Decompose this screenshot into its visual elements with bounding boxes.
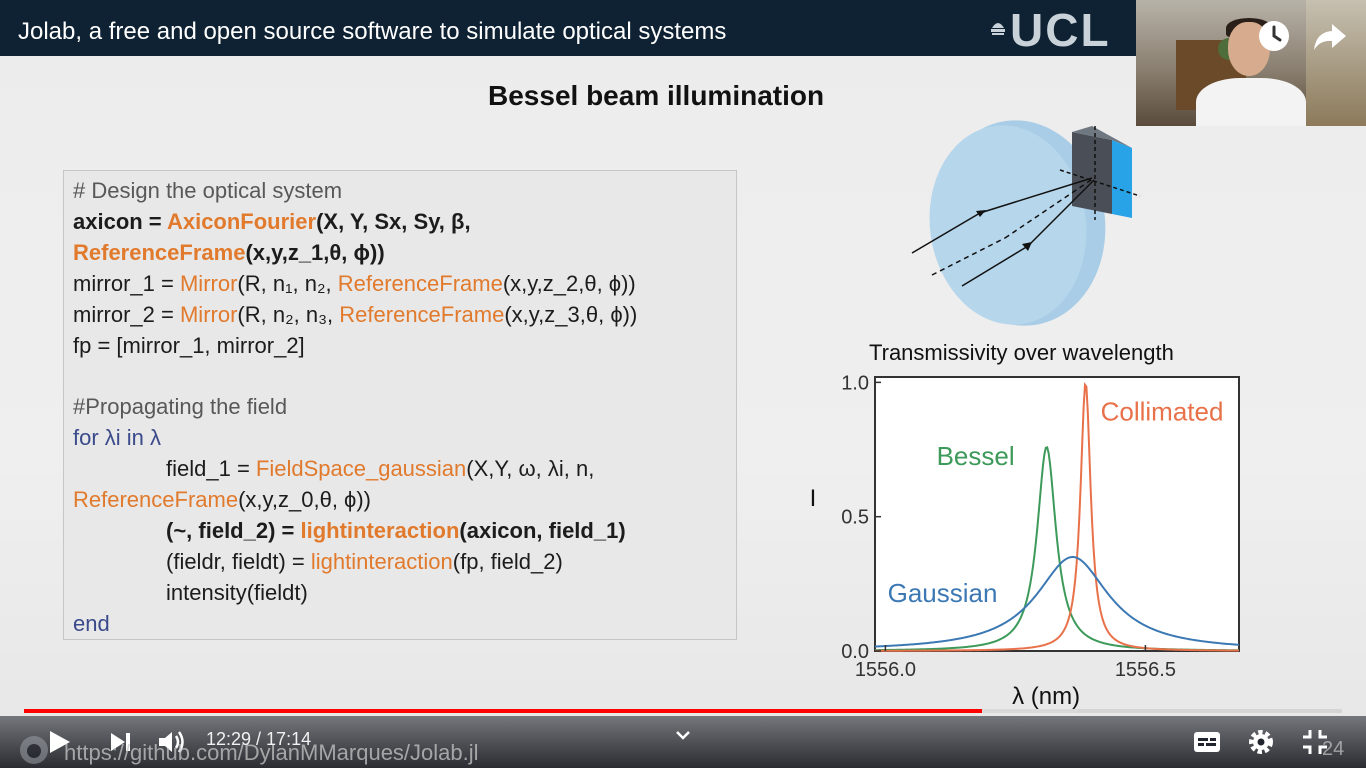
code-token: mirror_2 = [73,301,180,327]
code-token: (fp, field_2) [452,548,563,574]
code-line: field_1 = FieldSpace_gaussian(X,Y, ω, λi… [166,454,594,484]
code-line: ReferenceFrame(x,y,z_1,θ, ϕ)) [73,238,385,268]
code-line: for λi in λ [73,423,161,453]
slide-number: 24 [1322,738,1345,760]
code-token: AxiconFourier [166,208,317,234]
code-line: ReferenceFrame(x,y,z_0,θ, ϕ)) [73,485,371,515]
code-token: axicon = [73,208,167,234]
ucl-logo: UCL [1010,4,1111,56]
time-display: 12:29 / 17:14 [206,729,312,749]
code-token: (fieldr, fieldt) = [166,548,311,574]
slide-title-bar: Jolab, a free and open source software t… [0,0,1136,56]
code-token: end [73,610,110,636]
chevron-down-icon[interactable] [670,722,696,748]
code-token: #Propagating the field [73,394,288,420]
axicon-diagram [911,120,1141,326]
share-icon[interactable] [1312,18,1348,54]
code-token: for λi in λ [73,425,162,451]
series-label-gaussian: Gaussian [888,578,998,608]
subtitles-icon[interactable] [1192,727,1222,757]
code-token: fp = [mirror_1, mirror_2] [73,332,305,358]
y-axis-label: I [810,485,817,512]
code-token: field_1 = [166,456,256,482]
player-controls: https://github.com/DylanMMarques/Jolab.j… [0,716,1366,768]
code-token: (x,y,z_2,θ, ϕ)) [502,270,636,296]
ucl-dome-icon [991,23,1005,35]
code-token: (axicon, field_1) [459,517,626,543]
code-token: ReferenceFrame [73,239,246,265]
code-line: intensity(fieldt) [166,578,308,608]
y-tick-label: 0.5 [841,507,869,529]
code-line: # Design the optical system [73,176,342,206]
code-line: end [73,609,110,639]
code-token: (X,Y, ω, λi, n, [466,456,595,482]
code-token: (x,y,z_3,θ, ϕ)) [504,301,638,327]
series-label-bessel: Bessel [937,441,1015,471]
code-line: #Propagating the field [73,392,287,422]
transmissivity-chart: 1556.0 1556.50.00.51.0λ (nm)IBesselCollim… [810,372,1240,710]
code-token: (~, field_2) = [166,517,301,543]
code-token: (R, n₁, n₂, [237,270,338,296]
settings-gear-icon[interactable] [1246,727,1276,757]
code-token: ReferenceFrame [337,270,503,296]
watch-later-icon[interactable] [1256,18,1292,54]
series-label-collimated: Collimated [1101,396,1224,426]
y-tick-label: 1.0 [841,372,869,394]
code-line: axicon = AxiconFourier(X, Y, Sx, Sy, β, [73,207,471,237]
code-token: # Design the optical system [73,178,343,203]
video-title[interactable]: Jolab, a free and open source software t… [18,18,726,46]
code-token: mirror_1 = [73,270,180,296]
slide-heading: Bessel beam illumination [488,80,825,111]
code-token: ReferenceFrame [73,487,239,512]
x-tick-label: 1556.5 [1115,659,1176,681]
code-line: mirror_1 = Mirror(R, n₁, n₂, ReferenceFr… [73,269,636,299]
code-token: (R, n₂, n₃, [237,301,340,327]
code-token: (X, Y, Sx, Sy, β, [316,208,471,234]
code-token: Mirror [179,270,238,296]
code-token: intensity(fieldt) [166,579,308,605]
code-token: Mirror [179,301,238,327]
code-token: ReferenceFrame [339,301,505,327]
code-line: (fieldr, fieldt) = lightinteraction(fp, … [166,547,563,577]
code-line: fp = [mirror_1, mirror_2] [73,331,305,361]
video-frame[interactable]: Jolab, a free and open source software t… [0,0,1366,768]
y-tick-label: 0.0 [841,641,869,663]
code-token: FieldSpace_gaussian [255,456,467,482]
code-token: (x,y,z_0,θ, ϕ)) [238,487,372,512]
progress-played [24,709,982,713]
code-token: lightinteraction [300,517,460,543]
x-axis-label: λ (nm) [1012,683,1080,710]
code-panel: # Design the optical system axicon = Axic… [63,170,737,640]
code-line: (~, field_2) = lightinteraction(axicon, … [166,516,626,546]
progress-bar[interactable] [24,709,1342,713]
code-line: mirror_2 = Mirror(R, n₂, n₃, ReferenceFr… [73,300,637,330]
code-token: lightinteraction [310,548,453,574]
code-token: (x,y,z_1,θ, ϕ)) [245,239,385,265]
